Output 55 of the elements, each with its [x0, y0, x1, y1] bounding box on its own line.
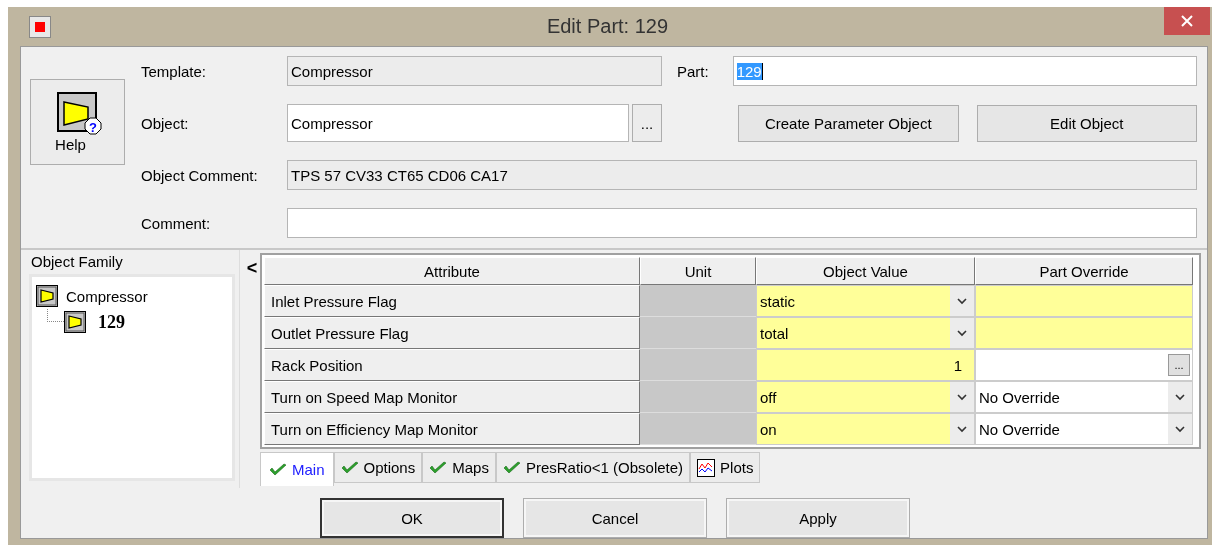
dialog-button[interactable]: OK — [320, 498, 504, 538]
compressor-icon — [36, 285, 58, 307]
dropdown-cell[interactable]: No Override — [975, 413, 1193, 445]
row-header: Turn on Speed Map Monitor — [264, 381, 640, 413]
browse-button[interactable]: ... — [632, 104, 662, 142]
panel-title: Object Family — [30, 252, 124, 270]
check-icon — [502, 460, 521, 475]
text-field[interactable]: ... — [975, 349, 1193, 381]
browse-button[interactable]: ... — [1168, 354, 1190, 376]
field-label: Object Comment: — [141, 166, 259, 184]
template-field: Compressor — [287, 56, 662, 86]
table-cell[interactable]: 1 — [756, 349, 975, 381]
tree-item[interactable]: 129 — [98, 311, 125, 333]
collapse-button[interactable]: < — [244, 258, 260, 278]
field-label: Comment: — [141, 214, 212, 232]
dropdown-cell[interactable]: off — [756, 381, 975, 413]
dialog-button[interactable]: Cancel — [523, 498, 707, 538]
column-header: Part Override — [975, 257, 1193, 285]
column-header: Unit — [640, 257, 756, 285]
action-button[interactable]: Create Parameter Object — [738, 104, 959, 142]
object-comment-field: TPS 57 CV33 CT65 CD06 CA17 — [287, 160, 1197, 190]
chart-icon — [697, 458, 716, 477]
tab[interactable]: Main — [260, 452, 334, 486]
field-label: Part: — [677, 62, 709, 80]
dropdown-cell[interactable]: total — [756, 317, 975, 349]
tab[interactable]: PresRatio<1 (Obsolete) — [495, 452, 691, 483]
dialog-button[interactable]: Apply — [726, 498, 910, 538]
tab[interactable]: Options — [333, 452, 423, 483]
table-cell[interactable] — [975, 285, 1193, 317]
check-icon — [340, 460, 359, 475]
row-header: Rack Position — [264, 349, 640, 381]
row-header: Outlet Pressure Flag — [264, 317, 640, 349]
row-header: Turn on Efficiency Map Monitor — [264, 413, 640, 445]
object-field[interactable]: Compressor — [287, 104, 629, 142]
dropdown-cell[interactable]: No Override — [975, 381, 1193, 413]
app-icon — [29, 15, 51, 38]
tab[interactable]: Plots — [690, 452, 761, 483]
dropdown-cell[interactable]: on — [756, 413, 975, 445]
row-header: Inlet Pressure Flag — [264, 285, 640, 317]
comment-field[interactable] — [287, 208, 1197, 238]
window-title: Edit Part: 129 — [545, 15, 670, 38]
check-icon — [269, 462, 287, 477]
close-icon — [1181, 15, 1193, 27]
column-header: Attribute — [264, 257, 640, 285]
table-cell[interactable] — [975, 317, 1193, 349]
close-button[interactable] — [1164, 7, 1210, 35]
tab[interactable]: Maps — [422, 452, 496, 483]
tree-item[interactable]: Compressor — [66, 287, 148, 305]
action-button[interactable]: Edit Object — [976, 104, 1197, 142]
compressor-icon — [64, 311, 86, 333]
field-label: Object: — [141, 114, 190, 132]
column-header: Object Value — [756, 257, 975, 285]
dropdown-cell[interactable]: static — [756, 285, 975, 317]
field-label: Template: — [141, 62, 208, 80]
check-icon — [429, 460, 448, 475]
